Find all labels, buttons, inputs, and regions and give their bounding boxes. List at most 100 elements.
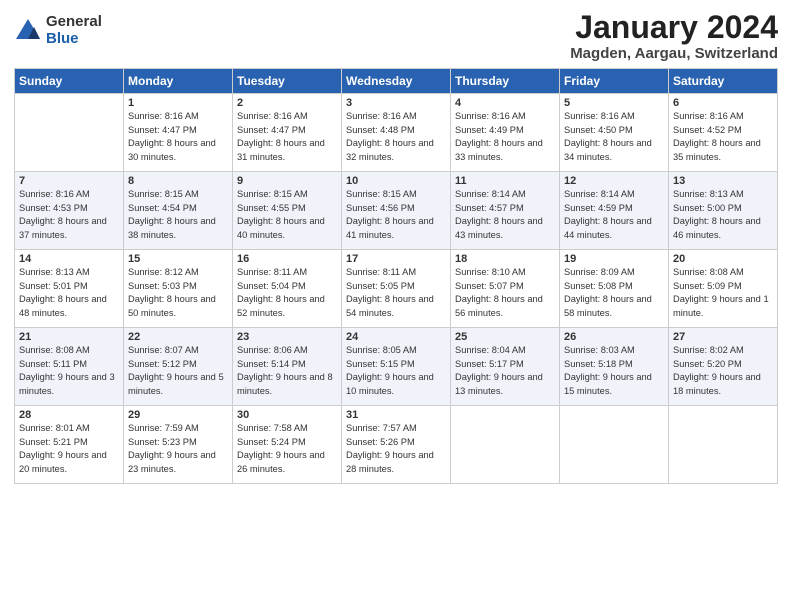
calendar-cell: 31 Sunrise: 7:57 AM Sunset: 5:26 PM Dayl… (342, 406, 451, 484)
calendar-cell: 2 Sunrise: 8:16 AM Sunset: 4:47 PM Dayli… (233, 94, 342, 172)
calendar-cell: 18 Sunrise: 8:10 AM Sunset: 5:07 PM Dayl… (451, 250, 560, 328)
day-number: 21 (19, 331, 119, 343)
sunset-text: Sunset: 5:26 PM (346, 436, 446, 449)
calendar-cell: 26 Sunrise: 8:03 AM Sunset: 5:18 PM Dayl… (560, 328, 669, 406)
day-info: Sunrise: 8:11 AM Sunset: 5:04 PM Dayligh… (237, 266, 337, 320)
day-number: 12 (564, 175, 664, 187)
daylight-text: Daylight: 8 hours and 50 minutes. (128, 293, 228, 320)
day-info: Sunrise: 8:16 AM Sunset: 4:50 PM Dayligh… (564, 110, 664, 164)
sunrise-text: Sunrise: 8:12 AM (128, 266, 228, 279)
calendar-cell: 25 Sunrise: 8:04 AM Sunset: 5:17 PM Dayl… (451, 328, 560, 406)
sunset-text: Sunset: 5:18 PM (564, 358, 664, 371)
daylight-text: Daylight: 8 hours and 38 minutes. (128, 215, 228, 242)
sunset-text: Sunset: 4:47 PM (237, 124, 337, 137)
sunset-text: Sunset: 5:03 PM (128, 280, 228, 293)
daylight-text: Daylight: 8 hours and 43 minutes. (455, 215, 555, 242)
day-info: Sunrise: 8:02 AM Sunset: 5:20 PM Dayligh… (673, 344, 773, 398)
sunrise-text: Sunrise: 8:16 AM (673, 110, 773, 123)
day-number: 27 (673, 331, 773, 343)
calendar-cell: 9 Sunrise: 8:15 AM Sunset: 4:55 PM Dayli… (233, 172, 342, 250)
daylight-text: Daylight: 9 hours and 1 minute. (673, 293, 773, 320)
sunset-text: Sunset: 4:54 PM (128, 202, 228, 215)
calendar-cell (560, 406, 669, 484)
sunrise-text: Sunrise: 8:16 AM (455, 110, 555, 123)
logo-text: General Blue (46, 14, 102, 47)
day-number: 28 (19, 409, 119, 421)
calendar-cell: 4 Sunrise: 8:16 AM Sunset: 4:49 PM Dayli… (451, 94, 560, 172)
day-number: 23 (237, 331, 337, 343)
calendar-cell: 29 Sunrise: 7:59 AM Sunset: 5:23 PM Dayl… (124, 406, 233, 484)
day-info: Sunrise: 8:09 AM Sunset: 5:08 PM Dayligh… (564, 266, 664, 320)
calendar-week-5: 28 Sunrise: 8:01 AM Sunset: 5:21 PM Dayl… (15, 406, 778, 484)
daylight-text: Daylight: 8 hours and 56 minutes. (455, 293, 555, 320)
daylight-text: Daylight: 9 hours and 20 minutes. (19, 449, 119, 476)
sunset-text: Sunset: 4:56 PM (346, 202, 446, 215)
calendar-cell: 22 Sunrise: 8:07 AM Sunset: 5:12 PM Dayl… (124, 328, 233, 406)
day-info: Sunrise: 8:03 AM Sunset: 5:18 PM Dayligh… (564, 344, 664, 398)
day-number: 10 (346, 175, 446, 187)
sunset-text: Sunset: 5:08 PM (564, 280, 664, 293)
col-friday: Friday (560, 69, 669, 94)
calendar-week-4: 21 Sunrise: 8:08 AM Sunset: 5:11 PM Dayl… (15, 328, 778, 406)
calendar-header: Sunday Monday Tuesday Wednesday Thursday… (15, 69, 778, 94)
sunrise-text: Sunrise: 8:16 AM (346, 110, 446, 123)
daylight-text: Daylight: 8 hours and 46 minutes. (673, 215, 773, 242)
header: General Blue January 2024 Magden, Aargau… (14, 10, 778, 62)
day-number: 20 (673, 253, 773, 265)
day-number: 3 (346, 97, 446, 109)
sunrise-text: Sunrise: 8:13 AM (673, 188, 773, 201)
calendar-cell (451, 406, 560, 484)
day-number: 15 (128, 253, 228, 265)
daylight-text: Daylight: 8 hours and 34 minutes. (564, 137, 664, 164)
day-number: 1 (128, 97, 228, 109)
day-info: Sunrise: 8:15 AM Sunset: 4:55 PM Dayligh… (237, 188, 337, 242)
daylight-text: Daylight: 9 hours and 13 minutes. (455, 371, 555, 398)
day-info: Sunrise: 8:15 AM Sunset: 4:56 PM Dayligh… (346, 188, 446, 242)
sunset-text: Sunset: 4:49 PM (455, 124, 555, 137)
day-info: Sunrise: 8:16 AM Sunset: 4:47 PM Dayligh… (128, 110, 228, 164)
sunset-text: Sunset: 4:52 PM (673, 124, 773, 137)
calendar-cell: 24 Sunrise: 8:05 AM Sunset: 5:15 PM Dayl… (342, 328, 451, 406)
day-info: Sunrise: 8:05 AM Sunset: 5:15 PM Dayligh… (346, 344, 446, 398)
day-number: 17 (346, 253, 446, 265)
day-info: Sunrise: 8:16 AM Sunset: 4:52 PM Dayligh… (673, 110, 773, 164)
sunrise-text: Sunrise: 8:16 AM (19, 188, 119, 201)
day-number: 18 (455, 253, 555, 265)
calendar-cell: 10 Sunrise: 8:15 AM Sunset: 4:56 PM Dayl… (342, 172, 451, 250)
sunrise-text: Sunrise: 8:10 AM (455, 266, 555, 279)
title-block: January 2024 Magden, Aargau, Switzerland (570, 10, 778, 62)
sunset-text: Sunset: 4:50 PM (564, 124, 664, 137)
daylight-text: Daylight: 8 hours and 30 minutes. (128, 137, 228, 164)
page-container: General Blue January 2024 Magden, Aargau… (0, 0, 792, 492)
header-row: Sunday Monday Tuesday Wednesday Thursday… (15, 69, 778, 94)
sunrise-text: Sunrise: 8:15 AM (237, 188, 337, 201)
col-sunday: Sunday (15, 69, 124, 94)
calendar-cell: 19 Sunrise: 8:09 AM Sunset: 5:08 PM Dayl… (560, 250, 669, 328)
daylight-text: Daylight: 9 hours and 23 minutes. (128, 449, 228, 476)
sunrise-text: Sunrise: 8:16 AM (564, 110, 664, 123)
sunrise-text: Sunrise: 8:16 AM (237, 110, 337, 123)
calendar-cell: 14 Sunrise: 8:13 AM Sunset: 5:01 PM Dayl… (15, 250, 124, 328)
day-info: Sunrise: 8:13 AM Sunset: 5:01 PM Dayligh… (19, 266, 119, 320)
sunset-text: Sunset: 5:09 PM (673, 280, 773, 293)
day-number: 13 (673, 175, 773, 187)
day-number: 9 (237, 175, 337, 187)
sunset-text: Sunset: 5:24 PM (237, 436, 337, 449)
calendar-body: 1 Sunrise: 8:16 AM Sunset: 4:47 PM Dayli… (15, 94, 778, 484)
sunrise-text: Sunrise: 7:59 AM (128, 422, 228, 435)
sunrise-text: Sunrise: 8:08 AM (19, 344, 119, 357)
day-info: Sunrise: 8:08 AM Sunset: 5:11 PM Dayligh… (19, 344, 119, 398)
day-number: 24 (346, 331, 446, 343)
daylight-text: Daylight: 8 hours and 40 minutes. (237, 215, 337, 242)
calendar-cell: 28 Sunrise: 8:01 AM Sunset: 5:21 PM Dayl… (15, 406, 124, 484)
calendar-cell (669, 406, 778, 484)
daylight-text: Daylight: 8 hours and 35 minutes. (673, 137, 773, 164)
day-number: 25 (455, 331, 555, 343)
sunset-text: Sunset: 5:12 PM (128, 358, 228, 371)
day-info: Sunrise: 8:06 AM Sunset: 5:14 PM Dayligh… (237, 344, 337, 398)
sunrise-text: Sunrise: 8:08 AM (673, 266, 773, 279)
daylight-text: Daylight: 8 hours and 37 minutes. (19, 215, 119, 242)
day-number: 2 (237, 97, 337, 109)
sunrise-text: Sunrise: 8:14 AM (564, 188, 664, 201)
day-number: 19 (564, 253, 664, 265)
